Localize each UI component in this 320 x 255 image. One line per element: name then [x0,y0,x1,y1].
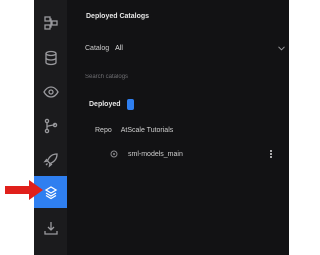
repo-label: Repo [95,127,112,134]
more-options-icon[interactable] [267,148,275,160]
page-edge [289,0,300,255]
icon-rail [34,0,67,255]
model-name: sml-models_main [128,150,183,158]
repo-row[interactable]: Repo AtScale Tutorials [95,127,173,134]
catalog-select-value: All [115,44,123,52]
catalog-filter: Catalog All [85,42,285,54]
chevron-down-icon [278,45,285,51]
deployed-catalogs-panel: Deployed Catalogs Catalog All Deployed R… [67,0,289,255]
git-branch-icon[interactable] [34,112,67,140]
rocket-icon[interactable] [34,146,67,174]
catalog-icon [110,150,118,158]
database-icon[interactable] [34,44,67,72]
status-badge [126,99,134,110]
panel-title: Deployed Catalogs [86,13,150,20]
catalog-label: Catalog [85,44,110,52]
diagram-icon[interactable] [34,9,67,37]
pointer-arrow-icon [5,180,43,200]
deployed-section-header[interactable]: Deployed [89,99,134,110]
search-input[interactable] [85,70,281,84]
eye-icon[interactable] [34,78,67,106]
list-item[interactable]: sml-models_main [110,148,280,160]
repo-name: AtScale Tutorials [120,127,174,134]
deployed-label: Deployed [89,101,121,108]
download-icon[interactable] [34,214,67,242]
catalog-select[interactable]: All [115,42,285,54]
